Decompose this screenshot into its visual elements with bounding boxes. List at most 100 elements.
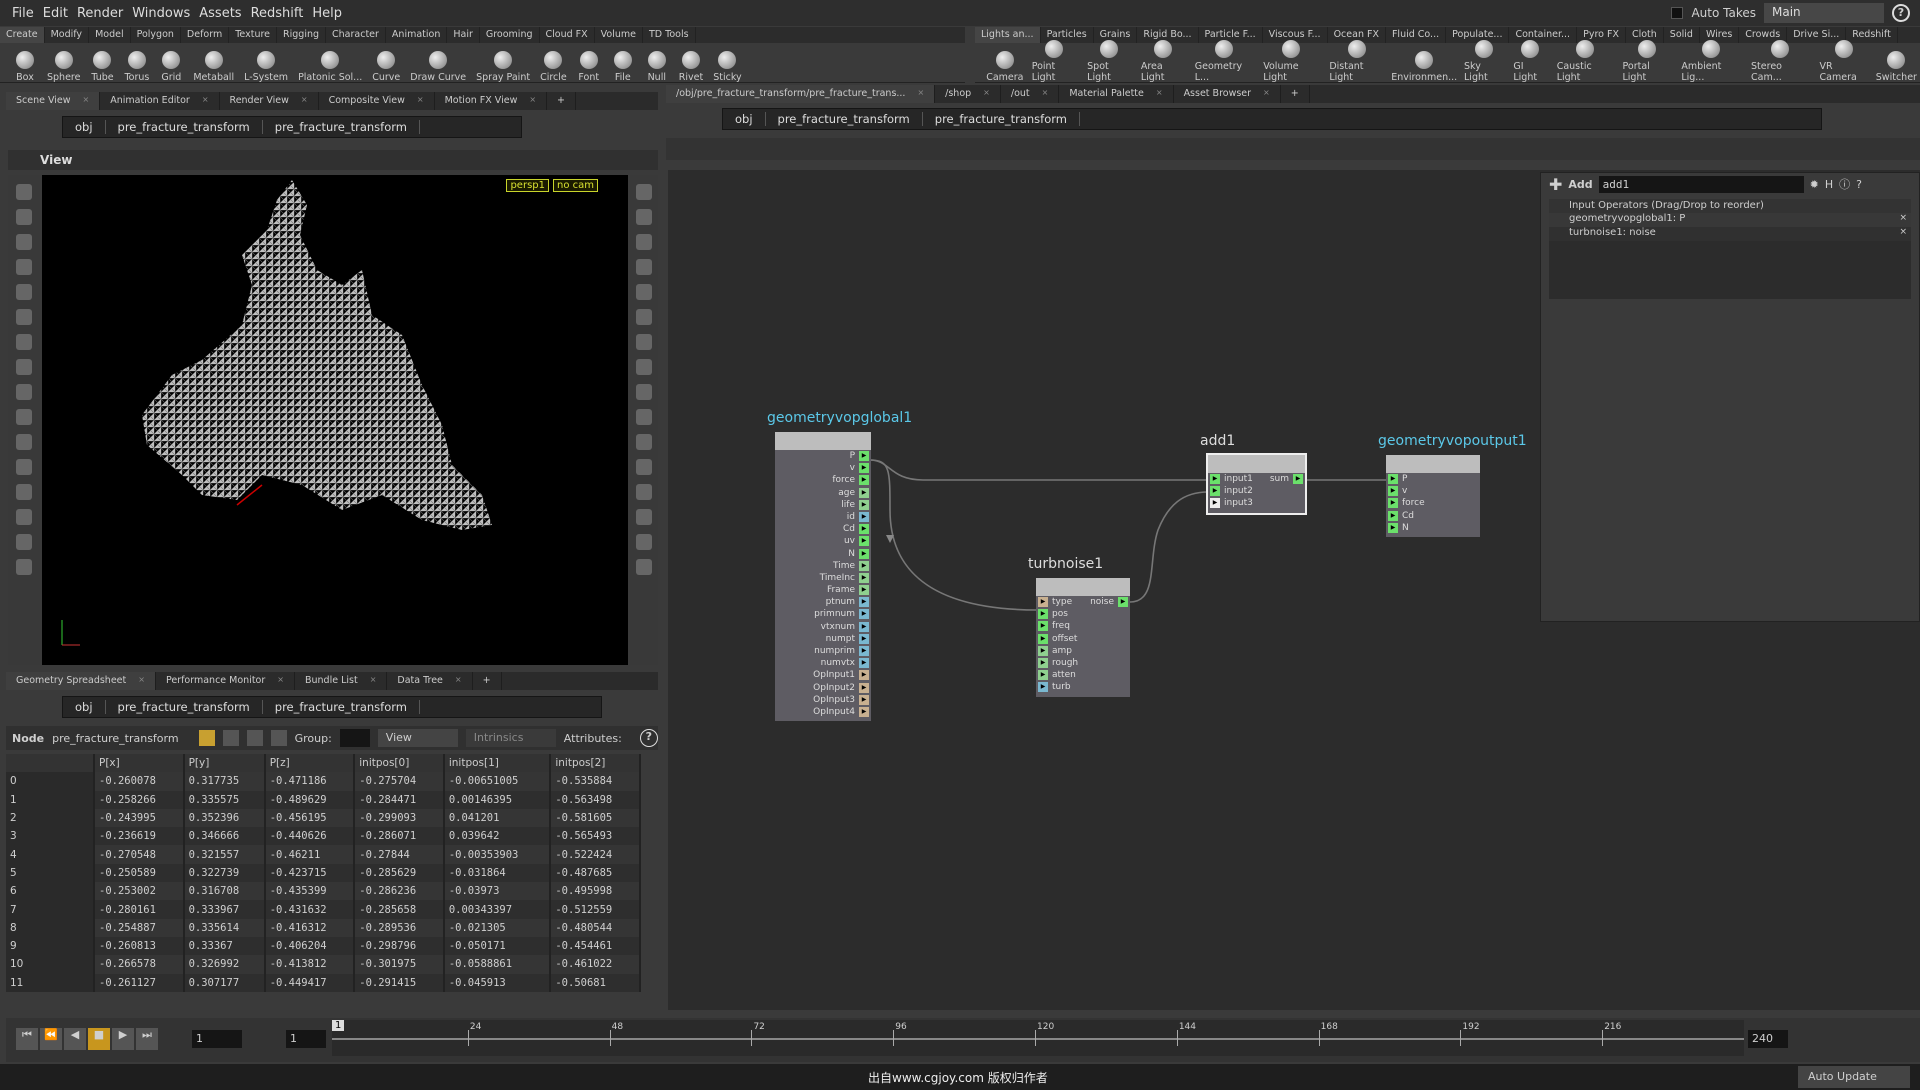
output-port[interactable]: ▶ (859, 463, 869, 474)
breadcrumb-item[interactable]: obj (723, 112, 766, 126)
help-icon[interactable]: ? (639, 729, 658, 747)
tool-icon[interactable] (16, 459, 32, 475)
shelf-tool[interactable]: Point Light (1027, 40, 1082, 83)
shelf-tool[interactable]: Geometry L... (1190, 40, 1259, 83)
tool-icon[interactable] (636, 359, 652, 375)
input-port[interactable]: ▶ (1038, 609, 1048, 620)
tool-icon[interactable] (16, 259, 32, 275)
pane-tab[interactable]: Data Tree × (387, 672, 473, 690)
output-port[interactable]: ▶ (1118, 597, 1128, 607)
timeline-bar[interactable]: 1 24 48 72 96 120 144 168 192 216 (332, 1020, 1744, 1056)
close-tab-icon[interactable]: × (983, 88, 990, 100)
close-tab-icon[interactable]: × (138, 675, 145, 687)
tool-icon[interactable] (16, 234, 32, 250)
output-port[interactable]: ▶ (859, 524, 869, 535)
tool-icon[interactable] (16, 409, 32, 425)
update-mode-menu[interactable]: Auto Update (1798, 1066, 1910, 1088)
tool-icon[interactable] (16, 434, 32, 450)
shelf-tool[interactable]: Spray Paint (471, 51, 535, 83)
play-reverse-button[interactable]: ◀ (64, 1028, 86, 1050)
pane-tab[interactable]: Scene View × (6, 92, 101, 110)
shelf-tab[interactable]: Texture (229, 27, 278, 43)
pane-tab[interactable]: Geometry Spreadsheet × (6, 672, 156, 690)
node-header[interactable] (1386, 455, 1480, 473)
shelf-tab[interactable]: Grooming (480, 27, 540, 43)
input-port[interactable]: ▶ (1210, 474, 1220, 484)
input-port[interactable]: ▶ (1038, 682, 1048, 693)
gear-icon[interactable]: ✹ (1810, 178, 1819, 191)
node-turb[interactable]: type ▶ noise ▶ pos ▶ freq ▶ offset ▶ amp ▶ rough ▶ att… (1036, 578, 1130, 697)
shelf-tab[interactable]: Deform (181, 27, 230, 43)
pane-tab[interactable]: Asset Browser × (1174, 85, 1281, 103)
shelf-tool[interactable]: Grid (154, 51, 188, 83)
tool-icon[interactable] (16, 184, 32, 200)
remove-input-icon[interactable]: × (1899, 227, 1907, 237)
pane-tab[interactable]: /shop × (935, 85, 1001, 103)
group-field[interactable] (339, 729, 370, 747)
output-port[interactable]: ▶ (859, 597, 869, 608)
tool-icon[interactable] (636, 309, 652, 325)
menu-windows[interactable]: Windows (132, 6, 190, 21)
play-button[interactable]: ▶ (112, 1028, 134, 1050)
input-port[interactable]: ▶ (1038, 621, 1048, 632)
close-tab-icon[interactable]: × (370, 675, 377, 687)
shelf-tool[interactable]: Curve (367, 51, 405, 83)
shelf-tool[interactable]: Null (640, 51, 674, 83)
output-port[interactable]: ▶ (1293, 474, 1303, 484)
detail-mode-icon[interactable] (270, 730, 287, 746)
output-port[interactable]: ▶ (859, 487, 869, 498)
stop-button[interactable]: ■ (88, 1028, 110, 1050)
tool-icon[interactable] (636, 484, 652, 500)
tool-icon[interactable] (636, 384, 652, 400)
node-header[interactable] (1208, 455, 1305, 473)
column-header[interactable]: P[x] (94, 754, 185, 773)
tool-icon[interactable] (636, 434, 652, 450)
input-operator-row[interactable]: turbnoise1: noise × (1549, 227, 1911, 241)
shelf-tool[interactable]: Platonic Sol... (293, 51, 367, 83)
input-operator-row[interactable]: geometryvopglobal1: P × (1549, 213, 1911, 227)
tool-icon[interactable] (636, 509, 652, 525)
input-port[interactable]: ▶ (1388, 498, 1398, 509)
shelf-tab[interactable]: Polygon (131, 27, 181, 43)
node-header[interactable] (1036, 578, 1130, 596)
help-icon[interactable]: ? (1892, 4, 1910, 22)
shelf-tool[interactable]: Spot Light (1082, 40, 1136, 83)
tool-icon[interactable] (16, 309, 32, 325)
output-port[interactable]: ▶ (859, 499, 869, 510)
close-tab-icon[interactable]: × (202, 95, 209, 107)
shelf-tab[interactable]: Fluid Co... (1386, 27, 1447, 43)
shelf-tool[interactable]: Stereo Cam... (1746, 40, 1815, 83)
vertices-mode-icon[interactable] (222, 730, 239, 746)
shelf-tool[interactable]: Draw Curve (405, 51, 471, 83)
input-port[interactable]: ▶ (1388, 474, 1398, 484)
input-port[interactable]: ▶ (1388, 486, 1398, 497)
output-port[interactable]: ▶ (859, 694, 869, 705)
frame-marker[interactable]: 1 (332, 1020, 345, 1031)
output-port[interactable]: ▶ (859, 585, 869, 596)
menu-edit[interactable]: Edit (43, 6, 68, 21)
shelf-tab[interactable]: Volume (595, 27, 643, 43)
column-header[interactable]: P[y] (183, 754, 266, 773)
close-tab-icon[interactable]: × (417, 95, 424, 107)
shelf-tool[interactable]: Tube (85, 51, 119, 83)
shelf-tool[interactable]: Portal Light (1618, 40, 1677, 83)
tool-icon[interactable] (636, 234, 652, 250)
pane-tab[interactable]: Composite View × (319, 92, 435, 110)
breadcrumb-item[interactable]: obj (63, 700, 106, 714)
menu-file[interactable]: File (12, 6, 34, 21)
shelf-tab[interactable]: Hair (447, 27, 480, 43)
column-header[interactable]: initpos[2] (550, 754, 641, 773)
shelf-tab[interactable]: Character (326, 27, 386, 43)
menu-redshift[interactable]: Redshift (251, 6, 304, 21)
close-tab-icon[interactable]: × (1156, 88, 1163, 100)
breadcrumb-item[interactable]: obj (63, 120, 106, 134)
tool-icon[interactable] (636, 409, 652, 425)
tool-icon[interactable] (16, 509, 32, 525)
output-port[interactable]: ▶ (859, 451, 869, 461)
close-tab-icon[interactable]: × (301, 95, 308, 107)
node-out[interactable]: P ▶ v ▶ force ▶ Cd ▶ N ▶ (1386, 455, 1480, 537)
column-header[interactable]: initpos[1] (443, 754, 552, 773)
close-tab-icon[interactable]: × (1042, 88, 1049, 100)
help-H-icon[interactable]: H (1825, 178, 1833, 191)
shelf-tab[interactable]: Modify (45, 27, 90, 43)
